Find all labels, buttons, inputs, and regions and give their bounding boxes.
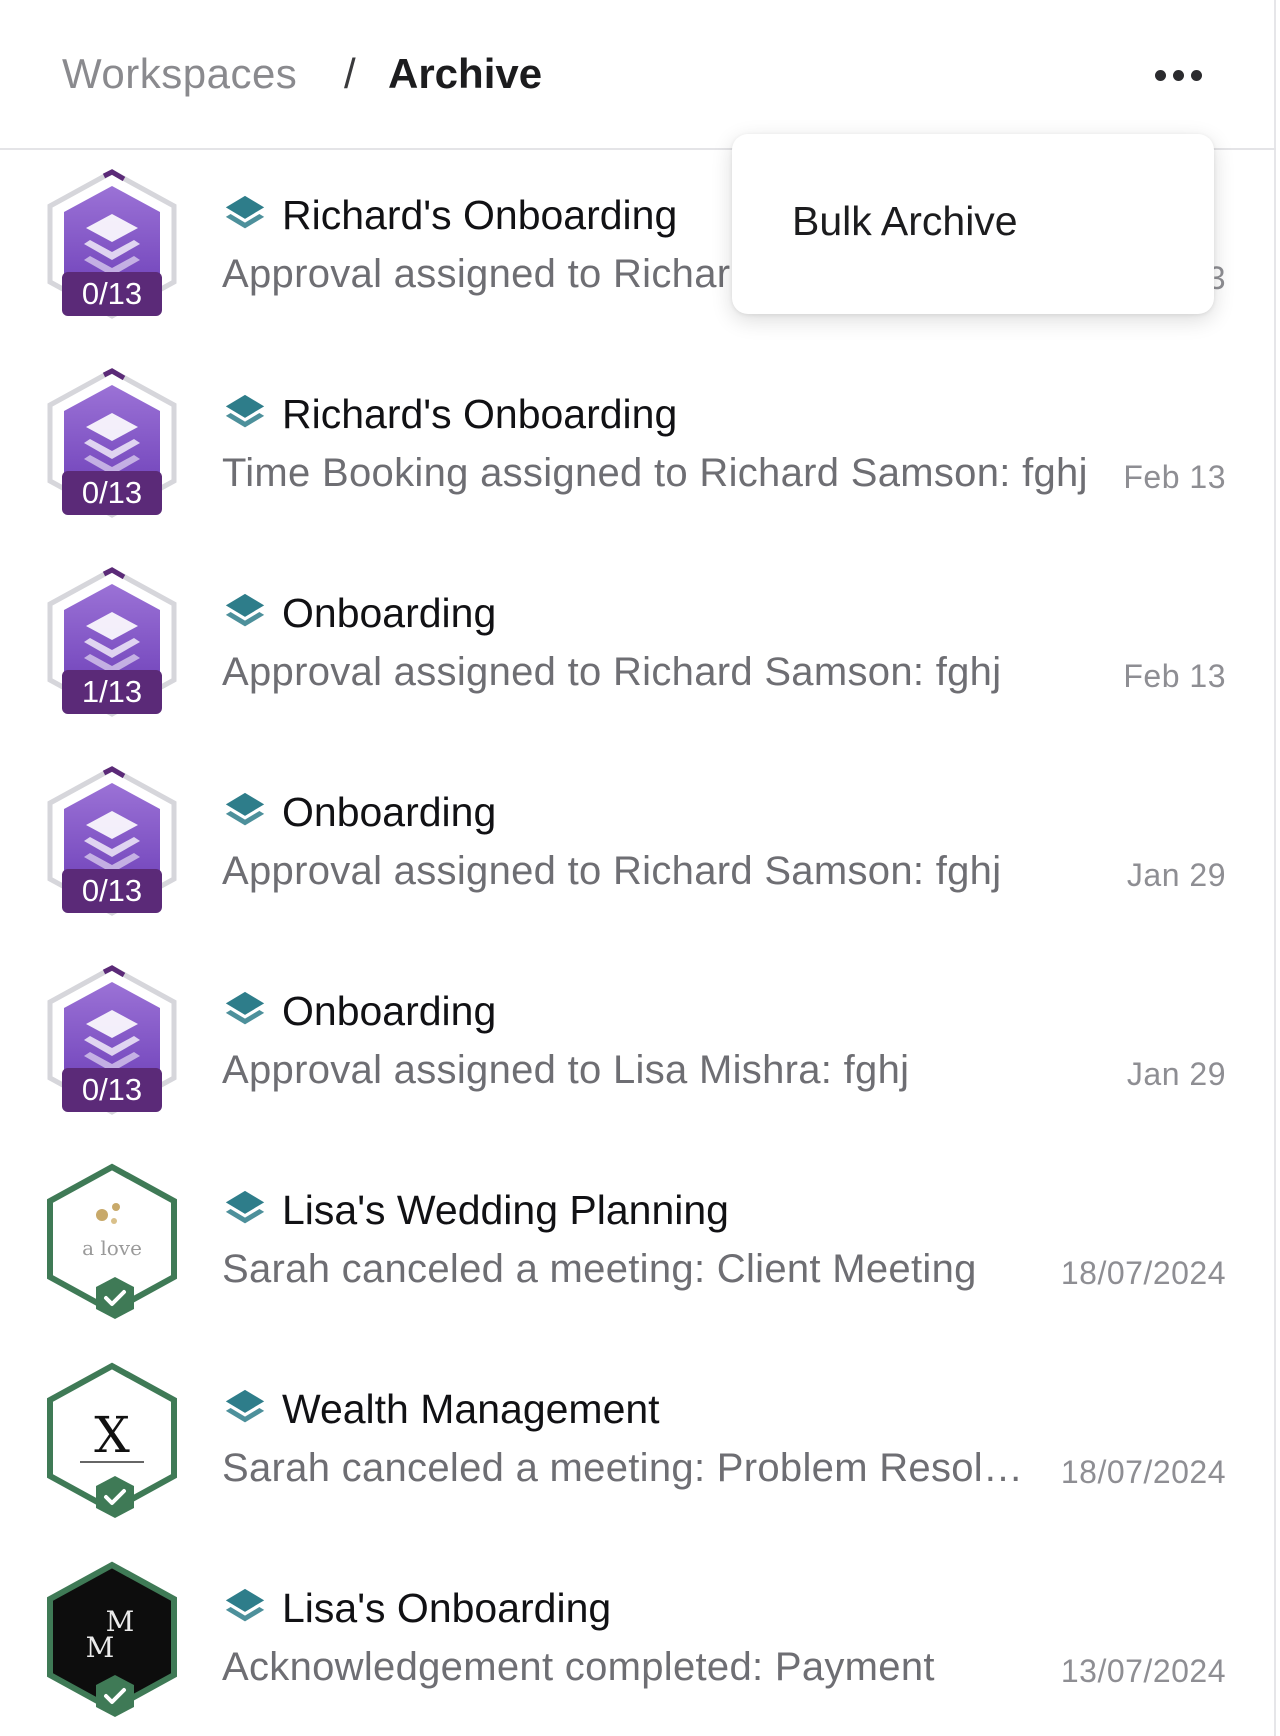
svg-text:X: X [94, 1406, 130, 1464]
workspace-avatar: MM [44, 1561, 180, 1717]
workspace-title: Onboarding [282, 987, 497, 1034]
completed-check-icon [92, 1275, 138, 1321]
workspace-activity: Sarah canceled a meeting: Client Meeting [222, 1247, 977, 1291]
workspace-avatar: 0/13 [44, 168, 180, 320]
progress-badge: 0/13 [62, 272, 162, 316]
workspace-title-row: Richard's Onboarding [222, 389, 677, 439]
workspace-title: Onboarding [282, 589, 497, 636]
breadcrumb-workspaces[interactable]: Workspaces [62, 50, 297, 98]
workspace-row[interactable]: 1/13 Onboarding Approval assigned to Richa… [0, 550, 1276, 748]
workspace-avatar: X [44, 1362, 180, 1518]
workspace-title-row: Onboarding [222, 787, 496, 837]
workspace-date: 13/07/2024 [1060, 1653, 1226, 1689]
breadcrumb-separator: / [344, 50, 356, 97]
workspace-date: Feb 13 [1123, 658, 1226, 694]
workspace-date: Jan 29 [1126, 857, 1226, 893]
workspace-title: Onboarding [282, 788, 497, 835]
workspace-date: 18/07/2024 [1060, 1255, 1226, 1291]
workspace-title-row: Lisa's Onboarding [222, 1583, 611, 1633]
workspace-avatar: 0/13 [44, 367, 180, 519]
workspace-row[interactable]: a love Lisa's Wedding Planning Sarah cance… [0, 1147, 1276, 1345]
workspace-title-row: Lisa's Wedding Planning [222, 1185, 729, 1235]
workspace-avatar: 0/13 [44, 765, 180, 917]
workspace-avatar: a love [44, 1163, 180, 1319]
progress-badge: 0/13 [62, 471, 162, 515]
workspace-stack-icon [222, 789, 282, 835]
workspace-activity: Acknowledgement completed: Payment [222, 1645, 935, 1689]
workspace-stack-icon [222, 1386, 282, 1432]
more-dot [1172, 69, 1184, 81]
page-title: Archive [388, 50, 543, 97]
bulk-archive-menu-item[interactable]: Bulk Archive [792, 198, 1018, 245]
workspace-activity: Approval assigned to Richard Samson: fgh… [222, 849, 1002, 893]
progress-badge: 1/13 [62, 670, 162, 714]
workspace-title-row: Richard's Onboarding [222, 190, 677, 240]
workspace-row[interactable]: 0/13 Onboarding Approval assigned to Richa… [0, 749, 1276, 947]
more-dot [1190, 69, 1202, 81]
svg-text:M: M [86, 1631, 115, 1664]
svg-text:a love: a love [82, 1236, 142, 1260]
workspace-activity: Approval assigned to Richard Samson: fgh… [222, 650, 1002, 694]
options-dropdown: Bulk Archive [732, 134, 1214, 314]
more-options-button[interactable] [1138, 55, 1218, 95]
progress-badge: 0/13 [62, 869, 162, 913]
completed-check-icon [92, 1474, 138, 1520]
workspace-avatar: 0/13 [44, 964, 180, 1116]
workspace-stack-icon [222, 391, 282, 437]
workspace-title: Lisa's Wedding Planning [282, 1186, 729, 1233]
workspace-activity: Approval assigned to Lisa Mishra: fghj [222, 1048, 910, 1092]
workspace-date: 18/07/2024 [1060, 1454, 1226, 1490]
workspace-stack-icon [222, 1187, 282, 1233]
workspace-avatar: 1/13 [44, 566, 180, 718]
workspace-title: Richard's Onboarding [282, 390, 678, 437]
workspace-title-row: Wealth Management [222, 1384, 660, 1434]
completed-check-icon [92, 1673, 138, 1719]
workspace-title: Wealth Management [282, 1385, 660, 1432]
workspace-title: Richard's Onboarding [282, 191, 678, 238]
workspace-row[interactable]: M M Lisa's Onboarding Acknowledgement compl… [0, 1545, 1276, 1736]
workspace-row[interactable]: 0/13 Richard's Onboarding Time Booking ass… [0, 351, 1276, 549]
more-dot [1154, 69, 1166, 81]
workspace-title-row: Onboarding [222, 588, 496, 638]
archive-panel: Workspaces / Archive 0/13 Richard's Onboa… [0, 0, 1276, 1736]
workspace-stack-icon [222, 988, 282, 1034]
workspace-title: Lisa's Onboarding [282, 1584, 612, 1631]
workspace-row[interactable]: 0/13 Onboarding Approval assigned to Lisa … [0, 948, 1276, 1146]
progress-badge: 0/13 [62, 1068, 162, 1112]
workspace-date: Feb 13 [1123, 459, 1226, 495]
header: Workspaces / Archive [0, 0, 1276, 150]
workspace-stack-icon [222, 192, 282, 238]
workspace-row[interactable]: X Wealth Management Sarah canceled a meeti… [0, 1346, 1276, 1544]
workspace-title-row: Onboarding [222, 986, 496, 1036]
workspace-date: Jan 29 [1126, 1056, 1226, 1092]
workspace-stack-icon [222, 590, 282, 636]
workspace-stack-icon [222, 1585, 282, 1631]
workspace-activity: Time Booking assigned to Richard Samson:… [222, 451, 1088, 495]
workspace-activity: Sarah canceled a meeting: Problem Resolu… [222, 1446, 1037, 1490]
